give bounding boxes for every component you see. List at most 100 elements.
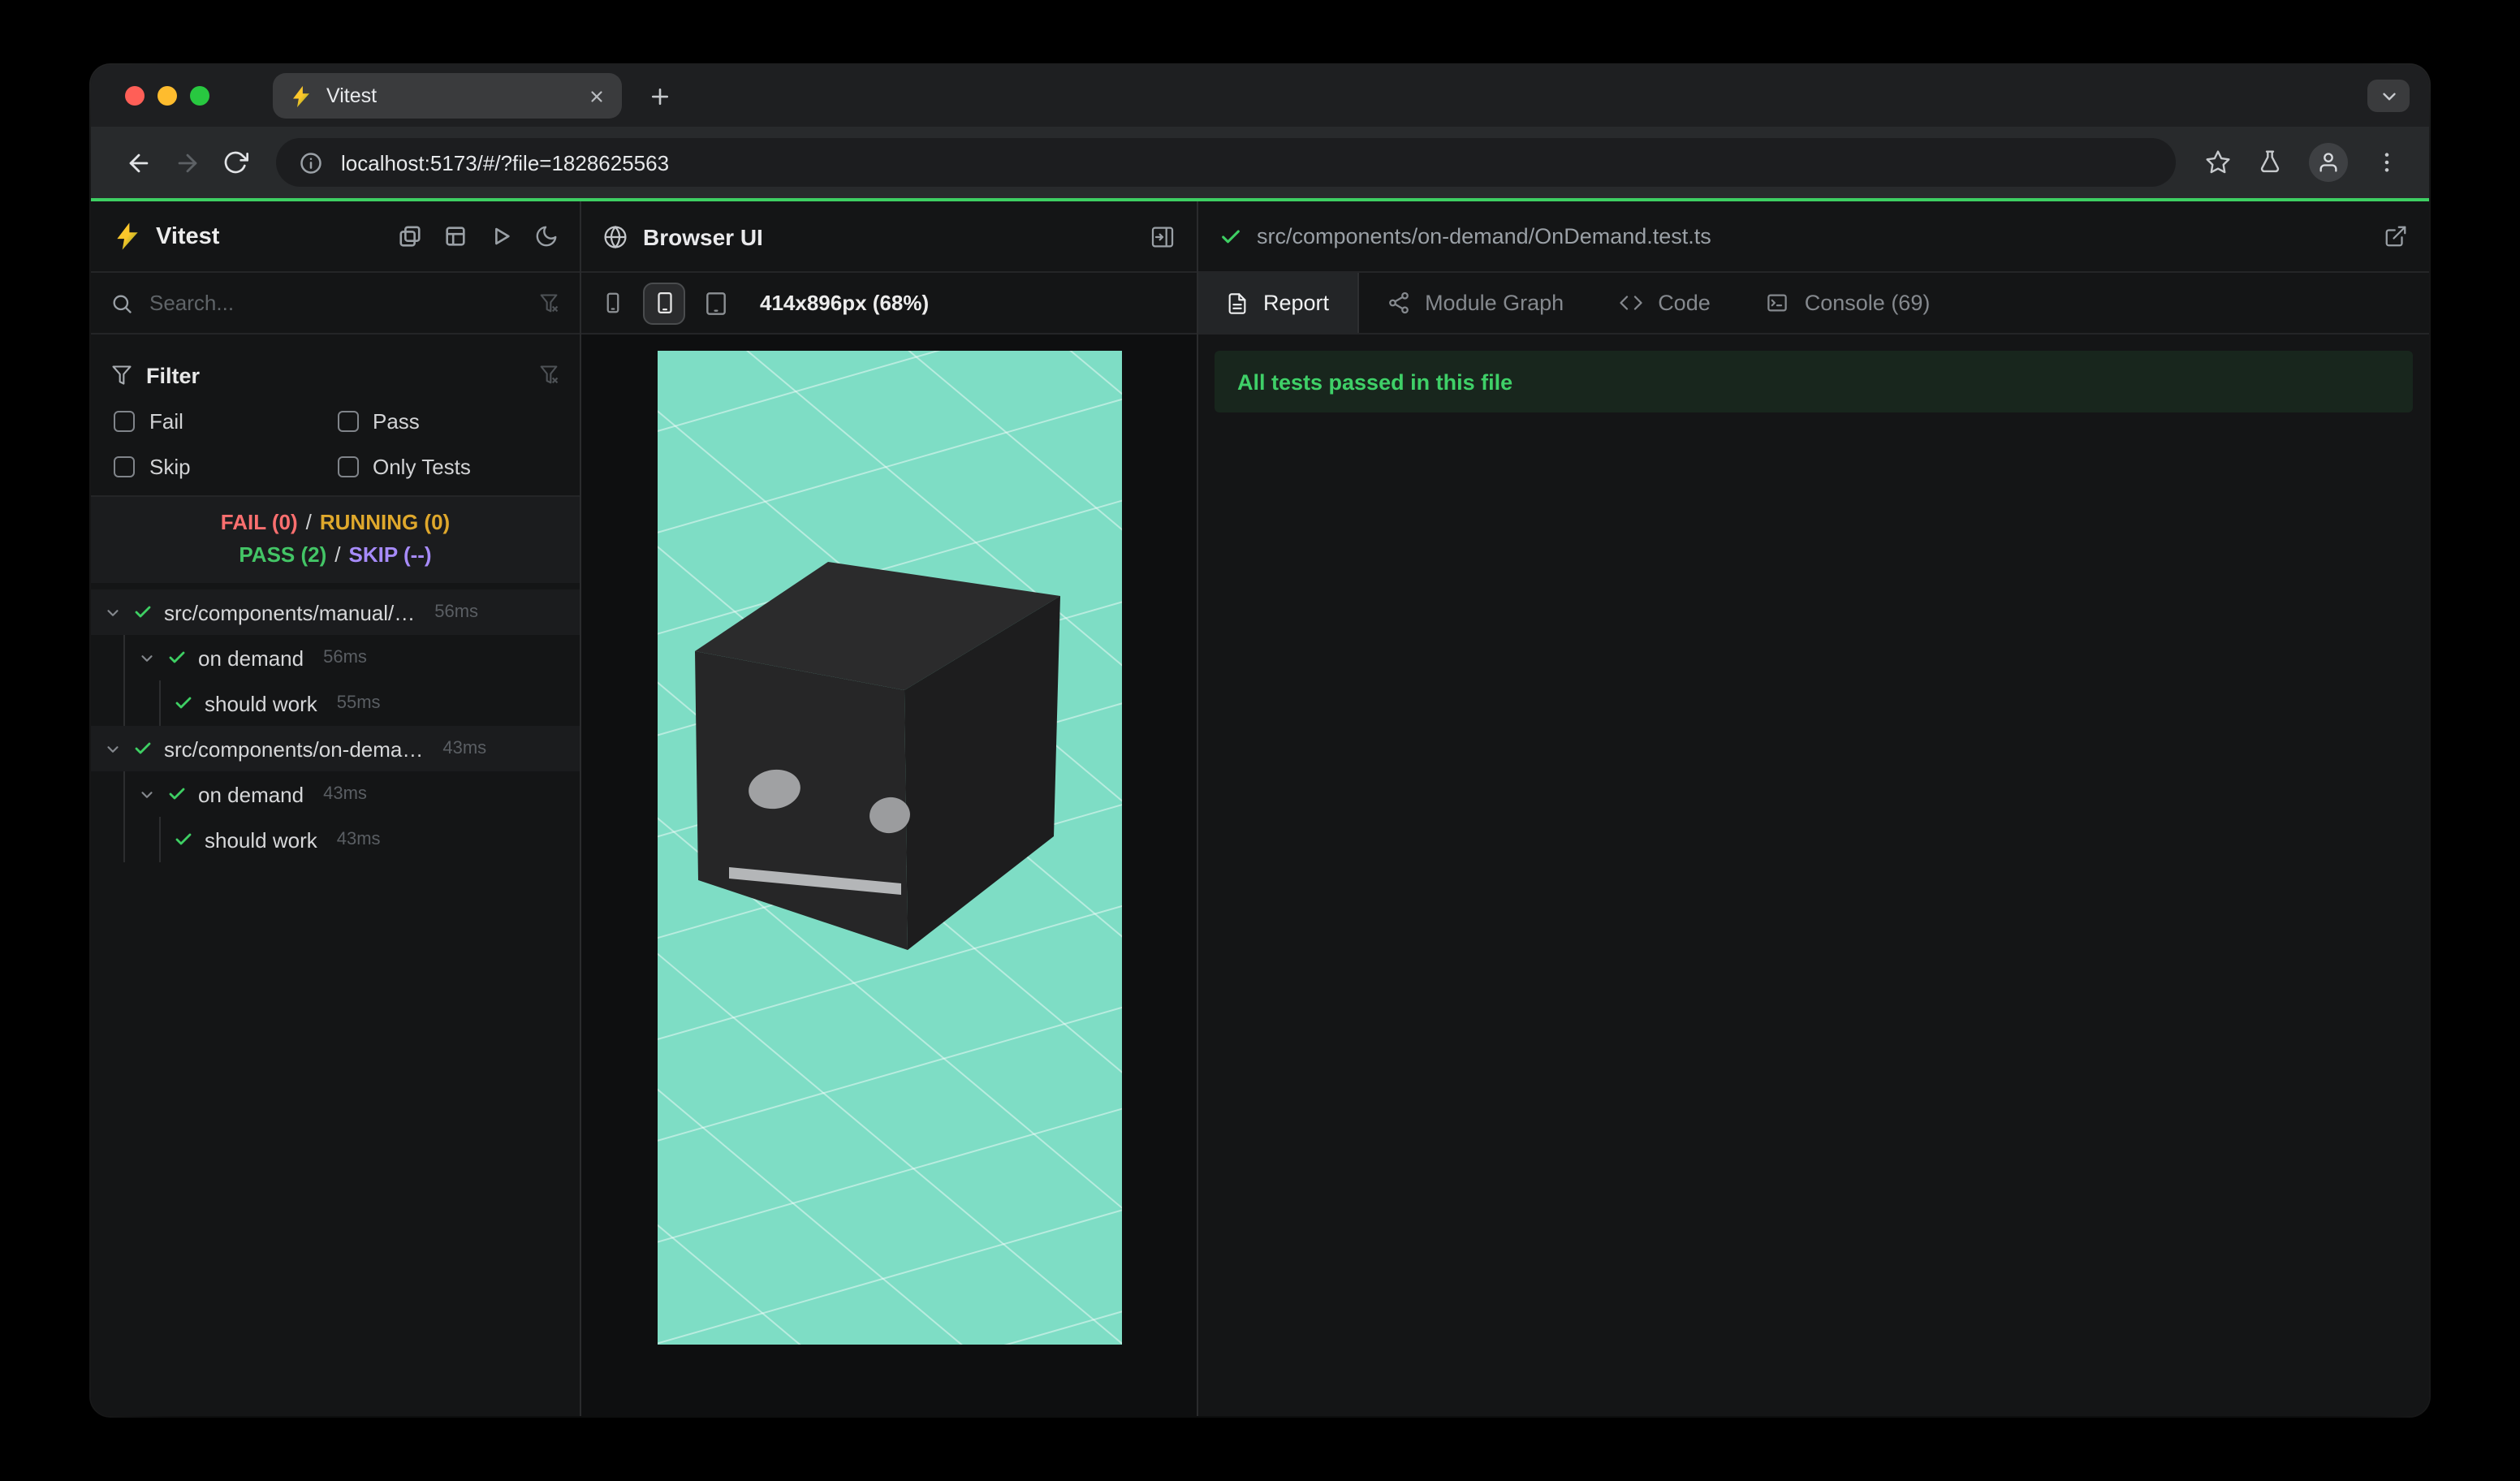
separator: / [334,542,341,567]
separator: / [305,510,312,534]
tab-strip: Vitest [91,65,2429,127]
filter-checkbox-skip[interactable]: Skip [114,451,337,482]
checkbox-label: Only Tests [373,455,471,479]
tablet-icon[interactable] [703,290,729,316]
test-file-label: src/components/manual/… [164,600,416,624]
tree-file-row[interactable]: src/components/on-dema… 43ms [91,726,580,771]
dark-mode-moon-icon[interactable] [534,224,559,248]
fail-count: FAIL (0) [220,510,298,534]
forward-button[interactable] [162,138,211,187]
test-duration: 43ms [442,739,487,758]
tab-close-icon[interactable] [588,87,606,105]
test-file-path: src/components/on-demand/OnDemand.test.t… [1257,224,1711,248]
threejs-scene [91,65,2174,1416]
chevron-down-icon[interactable] [138,785,156,803]
dashboard-grid-icon[interactable] [443,224,468,248]
open-external-icon[interactable] [2384,224,2408,248]
test-suite-label: on demand [198,646,304,670]
check-icon [133,739,153,758]
url-text: localhost:5173/#/?file=1828625563 [341,150,670,175]
search-icon [110,291,133,314]
screen: Vitest localhost:5173/#/?file=1828625563… [0,0,2520,1481]
running-count: RUNNING (0) [319,510,451,534]
all-tests-passed-banner: All tests passed in this file [1215,351,2413,412]
tree-suite-row[interactable]: on demand 56ms [125,635,580,680]
tested-app-iframe[interactable] [91,65,2174,1416]
browser-tab[interactable]: Vitest [273,73,622,119]
checkbox-label: Skip [149,455,191,479]
filter-checkbox-only-tests[interactable]: Only Tests [337,451,560,482]
reload-button[interactable] [211,138,260,187]
browser-ui-panel: Browser UI 414x896px (68%) [91,65,2174,1416]
tab-label: Module Graph [1425,291,1564,315]
filter-title: Filter [146,363,201,387]
tab-module-graph[interactable]: Module Graph [1358,273,1591,333]
filter-checkbox-pass[interactable]: Pass [337,406,560,437]
filter-checkbox-fail[interactable]: Fail [114,406,337,437]
tab-search-chevron-button[interactable] [2367,80,2410,112]
app-title: Vitest [156,223,220,249]
checkbox-label: Fail [149,409,183,434]
close-window-button[interactable] [125,86,145,106]
report-header: src/components/on-demand/OnDemand.test.t… [1198,201,2429,273]
tree-suite-row[interactable]: on demand 43ms [125,771,580,817]
vitest-logo-icon [112,221,143,252]
checkbox-label: Pass [373,409,420,434]
filter-reset-icon[interactable] [537,364,560,386]
test-duration: 43ms [336,830,381,849]
labs-flask-icon[interactable] [2257,149,2283,175]
test-suite-label: on demand [198,782,304,806]
collapse-panels-icon[interactable] [398,224,422,248]
viewport-toolbar: 414x896px (68%) [581,273,1197,335]
test-duration: 56ms [323,648,367,667]
checkbox[interactable] [337,456,358,477]
open-panel-right-icon[interactable] [1150,223,1176,249]
search-input[interactable] [146,289,537,317]
chevron-down-icon[interactable] [138,649,156,667]
clear-filter-icon[interactable] [537,291,560,314]
search-row [91,273,580,335]
test-file-label: src/components/on-dema… [164,736,424,761]
tab-code[interactable]: Code [1591,273,1738,333]
tree-test-row[interactable]: should work 55ms [161,680,580,726]
bookmark-star-icon[interactable] [2205,149,2231,175]
check-icon [1219,225,1242,248]
small-phone-icon[interactable] [601,291,625,315]
back-button[interactable] [114,138,162,187]
browser-ui-header: Browser UI [581,201,1197,273]
toolbar-right-icons [2192,143,2406,182]
viewport-size-label: 414x896px (68%) [760,291,930,315]
globe-icon [602,223,628,249]
browser-menu-icon[interactable] [2374,149,2400,175]
tab-label: Report [1263,291,1330,315]
test-case-label: should work [205,691,317,715]
skip-count: SKIP (--) [348,542,432,567]
test-duration: 43ms [323,784,367,804]
tab-label: Code [1658,291,1711,315]
url-bar[interactable]: localhost:5173/#/?file=1828625563 [276,138,2176,187]
checkbox[interactable] [114,411,135,432]
tab-console[interactable]: Console (69) [1738,273,1958,333]
tab-report[interactable]: Report [1198,273,1359,333]
chevron-down-icon[interactable] [104,603,122,621]
checkbox[interactable] [337,411,358,432]
vitest-ui: Vitest Search... Filter Fail Pass Skip O… [91,65,2429,1416]
minimize-window-button[interactable] [158,86,177,106]
check-icon [167,784,187,804]
maximize-window-button[interactable] [190,86,209,106]
tree-test-row[interactable]: should work 43ms [161,817,580,862]
site-info-icon[interactable] [299,150,323,175]
run-all-play-icon[interactable] [489,224,513,248]
chevron-down-icon[interactable] [104,740,122,758]
code-icon [1619,291,1643,315]
report-panel: src/components/on-demand/OnDemand.test.t… [1198,201,2429,1416]
tree-file-row[interactable]: src/components/manual/… 56ms [91,589,580,635]
browser-toolbar: localhost:5173/#/?file=1828625563 [91,127,2429,198]
tab-title: Vitest [326,84,378,107]
phone-viewport-active-button[interactable] [643,282,685,324]
profile-avatar[interactable] [2309,143,2348,182]
checkbox[interactable] [114,456,135,477]
new-tab-button[interactable] [648,84,672,108]
module-graph-icon [1386,291,1410,315]
test-case-label: should work [205,827,317,852]
